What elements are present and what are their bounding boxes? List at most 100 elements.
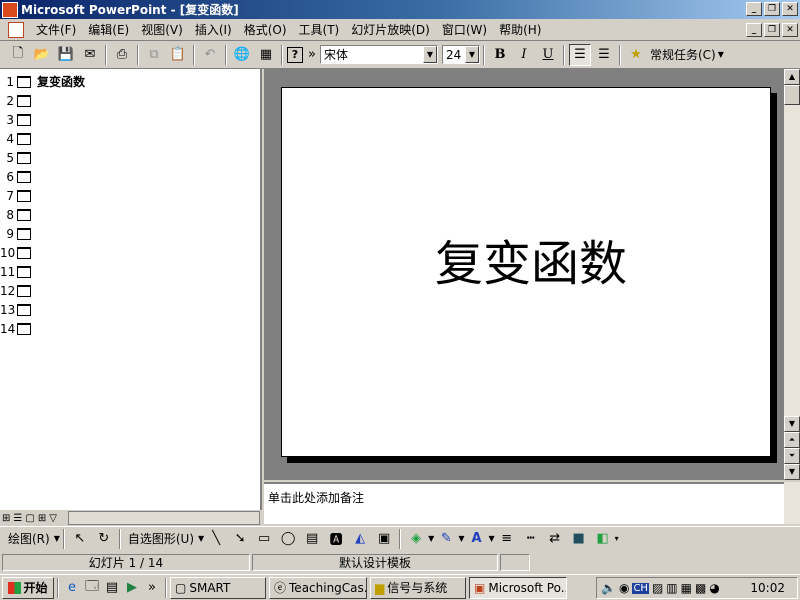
monitor-icon[interactable]: ◉ <box>619 581 629 595</box>
outline-slide-item[interactable]: 14 <box>0 319 37 338</box>
tray-app-icon[interactable]: ▩ <box>695 581 706 595</box>
slide[interactable]: 复变函数 <box>281 87 771 457</box>
outline-slide-item[interactable]: 11 <box>0 262 37 281</box>
open-icon[interactable]: 📂 <box>31 44 53 66</box>
bold-button[interactable]: B <box>489 44 511 66</box>
slide-icon[interactable] <box>17 75 31 88</box>
menu-tools[interactable]: 工具(T) <box>293 19 346 41</box>
explorer-icon[interactable]: 🗔 <box>82 578 102 598</box>
undo-icon[interactable]: ↶ <box>199 44 221 66</box>
outline-view-icon[interactable]: ☰ <box>13 513 22 524</box>
menu-view[interactable]: 视图(V) <box>135 19 189 41</box>
outline-slide-title[interactable]: 复变函数 <box>37 73 85 90</box>
chevron-down-icon[interactable]: ▼ <box>488 534 494 543</box>
slide-icon[interactable] <box>17 284 31 297</box>
scroll-down-icon[interactable]: ▼ <box>784 416 800 432</box>
scroll-thumb[interactable] <box>784 85 800 105</box>
normal-view-icon[interactable]: ⊞ <box>2 513 10 524</box>
tray-app-icon[interactable]: ▦ <box>681 581 692 595</box>
slide-icon[interactable] <box>17 322 31 335</box>
toolbar-overflow-icon[interactable]: » <box>305 44 319 66</box>
chevron-down-icon[interactable]: ▼ <box>54 534 60 543</box>
menu-format[interactable]: 格式(O) <box>238 19 293 41</box>
chevron-down-icon[interactable]: ▼ <box>465 46 479 63</box>
draw-menu-button[interactable]: 绘图(R) <box>4 530 54 547</box>
hyperlink-icon[interactable]: 🌐 <box>231 44 253 66</box>
task-folder[interactable]: ▆ 信号与系统 <box>370 576 466 599</box>
arrow-icon[interactable]: ➘ <box>229 528 251 550</box>
show-desktop-icon[interactable]: ▤ <box>102 578 122 598</box>
font-color-icon[interactable]: A <box>465 528 487 550</box>
clock[interactable]: 10:02 <box>750 581 785 595</box>
autoshapes-button[interactable]: 自选图形(U) <box>124 530 198 547</box>
slide-icon[interactable] <box>17 94 31 107</box>
task-smart[interactable]: ▢ SMART <box>170 576 266 599</box>
notes-pane[interactable]: 单击此处添加备注 <box>264 482 784 524</box>
restore-button[interactable]: ❐ <box>764 2 780 16</box>
slide-icon[interactable] <box>17 113 31 126</box>
slide-view-icon[interactable]: ▢ <box>25 513 34 524</box>
arrow-style-icon[interactable]: ⇄ <box>544 528 566 550</box>
outline-slide-item[interactable]: 7 <box>0 186 37 205</box>
rotate-icon[interactable]: ↻ <box>93 528 115 550</box>
outline-slide-item[interactable]: 3 <box>0 110 37 129</box>
outline-slide-item[interactable]: 2 <box>0 91 37 110</box>
doc-minimize-button[interactable]: _ <box>746 23 762 37</box>
3d-icon[interactable]: ◧ <box>592 528 614 550</box>
scroll-bottom-icon[interactable]: ▼ <box>784 464 800 480</box>
underline-button[interactable]: U <box>537 44 559 66</box>
next-slide-icon[interactable]: ⏷ <box>784 448 800 464</box>
minimize-button[interactable]: _ <box>746 2 762 16</box>
start-button[interactable]: 开始 <box>2 576 54 599</box>
chevron-down-icon[interactable]: ▼ <box>458 534 464 543</box>
notes-scrollbar[interactable] <box>784 482 800 524</box>
task-powerpoint[interactable]: ▣ Microsoft Po... <box>469 576 567 599</box>
volume-icon[interactable]: 🔈 <box>601 581 616 595</box>
textbox-icon[interactable]: ▤ <box>301 528 323 550</box>
slide-icon[interactable] <box>17 303 31 316</box>
outline-slide-item[interactable]: 12 <box>0 281 37 300</box>
dash-style-icon[interactable]: ┅ <box>520 528 542 550</box>
new-icon[interactable]: 🗋 <box>7 44 29 66</box>
picture-icon[interactable]: ▣ <box>373 528 395 550</box>
menu-file[interactable]: 文件(F) <box>30 19 82 41</box>
common-tasks-icon[interactable]: ★ <box>625 44 647 66</box>
rectangle-icon[interactable]: ▭ <box>253 528 275 550</box>
task-teachingcase[interactable]: ⓔ TeachingCas... <box>269 576 367 599</box>
menu-help[interactable]: 帮助(H) <box>493 19 547 41</box>
clipart-icon[interactable]: ◭ <box>349 528 371 550</box>
slide-icon[interactable] <box>17 132 31 145</box>
fill-color-icon[interactable]: ◈ <box>405 528 427 550</box>
chevron-down-icon[interactable]: ▼ <box>428 534 434 543</box>
align-center-icon[interactable]: ☰ <box>593 44 615 66</box>
quicklaunch-overflow-icon[interactable]: » <box>142 578 162 598</box>
outline-slide-item[interactable]: 9 <box>0 224 37 243</box>
outline-slide-item[interactable]: 4 <box>0 129 37 148</box>
menu-window[interactable]: 窗口(W) <box>436 19 493 41</box>
menu-insert[interactable]: 插入(I) <box>189 19 238 41</box>
outline-slide-item[interactable]: 1 复变函数 <box>0 72 85 91</box>
slide-icon[interactable] <box>17 246 31 259</box>
slideshow-view-icon[interactable]: ▽ <box>49 513 57 524</box>
shadow-icon[interactable]: ■ <box>568 528 590 550</box>
menu-edit[interactable]: 编辑(E) <box>82 19 135 41</box>
ie-icon[interactable]: e <box>62 578 82 598</box>
print-icon[interactable]: ⎙ <box>111 44 133 66</box>
tray-app-icon[interactable]: ▨ <box>652 581 663 595</box>
common-tasks-button[interactable]: 常规任务(C) <box>650 46 716 63</box>
outline-slide-item[interactable]: 5 <box>0 148 37 167</box>
slide-icon[interactable] <box>17 170 31 183</box>
media-player-icon[interactable]: ▶ <box>122 578 142 598</box>
italic-button[interactable]: I <box>513 44 535 66</box>
help-icon[interactable]: ? <box>287 46 303 63</box>
outline-horizontal-scrollbar[interactable] <box>68 511 260 525</box>
slide-sorter-view-icon[interactable]: ⊞ <box>38 513 46 524</box>
outline-slide-item[interactable]: 8 <box>0 205 37 224</box>
oval-icon[interactable]: ◯ <box>277 528 299 550</box>
close-button[interactable]: ✕ <box>782 2 798 16</box>
line-style-icon[interactable]: ≡ <box>496 528 518 550</box>
font-size-select[interactable]: 24 ▼ <box>442 45 480 64</box>
outline-slide-item[interactable]: 6 <box>0 167 37 186</box>
chevron-down-icon[interactable]: ▾ <box>615 534 619 543</box>
scroll-up-icon[interactable]: ▲ <box>784 69 800 85</box>
